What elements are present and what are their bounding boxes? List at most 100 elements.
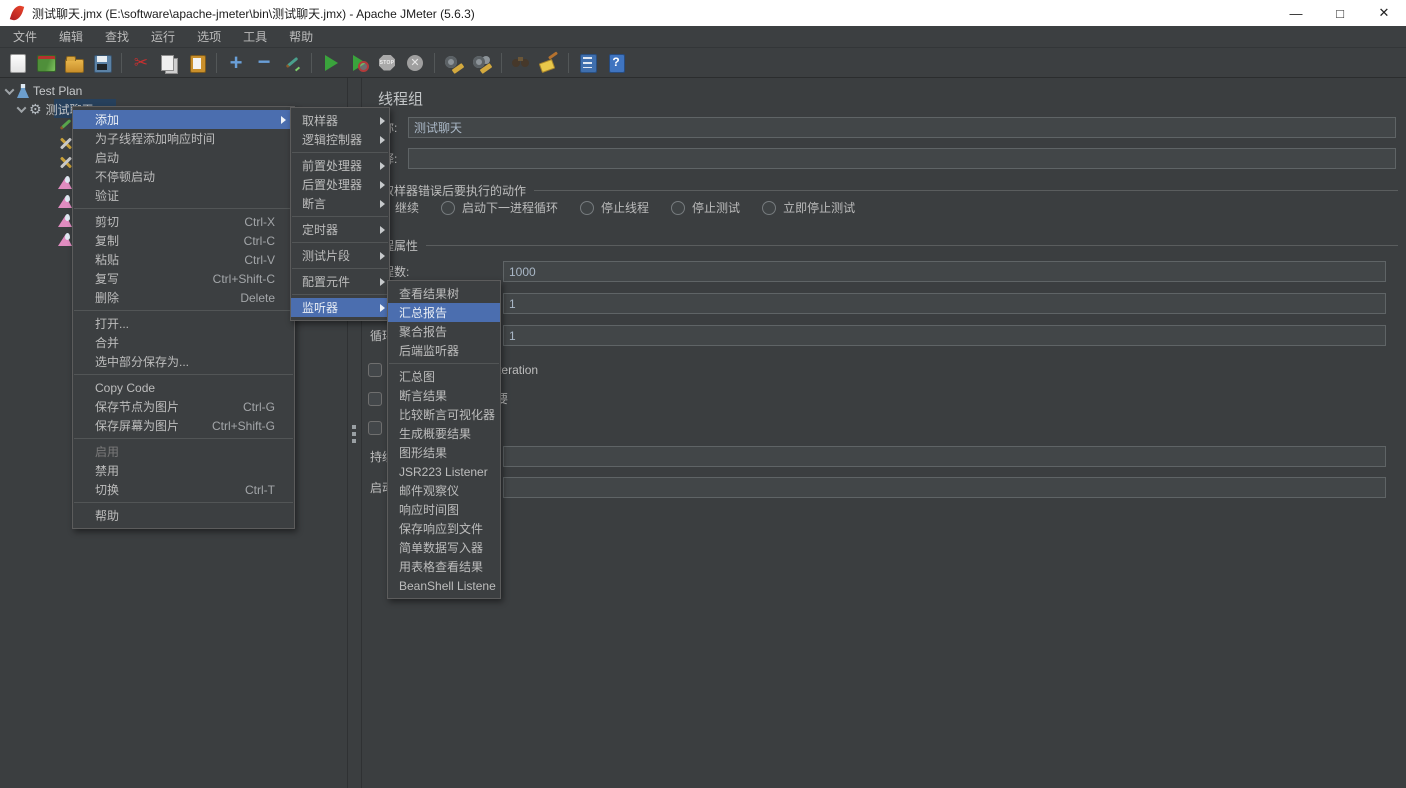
menu-item[interactable]: 图形结果 — [388, 443, 500, 462]
checkbox[interactable] — [368, 363, 382, 377]
start-icon[interactable] — [318, 50, 344, 76]
menu-item[interactable]: 简单数据写入器 — [388, 538, 500, 557]
submenu-arrow-icon — [380, 252, 385, 260]
startup-delay-input[interactable] — [503, 477, 1386, 498]
threads-input[interactable] — [503, 261, 1386, 282]
radio-option[interactable]: 停止线程 — [580, 199, 649, 216]
submenu-arrow-icon — [380, 304, 385, 312]
menu-item[interactable]: 邮件观察仪 — [388, 481, 500, 500]
open-file-icon[interactable] — [61, 50, 87, 76]
menu-item[interactable]: 启用 — [73, 442, 294, 461]
collapse-remove-icon[interactable] — [251, 50, 277, 76]
menu-item[interactable]: 聚合报告 — [388, 322, 500, 341]
menu-item[interactable]: 剪切 Ctrl-X — [73, 212, 294, 231]
menu-item[interactable]: 帮助 — [73, 506, 294, 525]
clear-all-icon[interactable] — [469, 50, 495, 76]
radio-option[interactable]: 停止测试 — [671, 199, 740, 216]
menu-item[interactable]: 粘贴 Ctrl-V — [73, 250, 294, 269]
checkbox[interactable] — [368, 421, 382, 435]
minimize-button[interactable]: — — [1274, 0, 1318, 26]
duration-input[interactable] — [503, 446, 1386, 467]
menu-item[interactable]: 为子线程添加响应时间 — [73, 129, 294, 148]
menu-item[interactable]: 测试片段 — [291, 246, 389, 265]
menu-item[interactable]: 保存屏幕为图片 Ctrl+Shift-G — [73, 416, 294, 435]
expand-add-icon[interactable] — [223, 50, 249, 76]
help-icon[interactable] — [603, 50, 629, 76]
copy-icon[interactable] — [156, 50, 182, 76]
menu-item[interactable]: 断言结果 — [388, 386, 500, 405]
templates-icon[interactable] — [33, 50, 59, 76]
checkbox[interactable] — [368, 392, 382, 406]
menubar-item[interactable]: 编辑 — [48, 26, 94, 48]
menubar-item[interactable]: 选项 — [186, 26, 232, 48]
submenu-arrow-icon — [380, 200, 385, 208]
menu-item[interactable]: 添加 — [73, 110, 294, 129]
menubar-item[interactable]: 帮助 — [278, 26, 324, 48]
menu-item[interactable]: 不停顿启动 — [73, 167, 294, 186]
splitter-grip-icon[interactable] — [351, 425, 357, 443]
menu-item[interactable]: 定时器 — [291, 220, 389, 239]
toggle-edit-icon[interactable] — [279, 50, 305, 76]
menu-item[interactable]: 复写 Ctrl+Shift-C — [73, 269, 294, 288]
menu-item[interactable]: 取样器 — [291, 111, 389, 130]
menu-item[interactable]: 生成概要结果 — [388, 424, 500, 443]
new-file-icon[interactable] — [5, 50, 31, 76]
clear-icon[interactable] — [441, 50, 467, 76]
separator — [292, 294, 388, 295]
menu-item[interactable]: 后置处理器 — [291, 175, 389, 194]
submenu-arrow-icon — [380, 162, 385, 170]
menu-item[interactable]: 查看结果树 — [388, 284, 500, 303]
paste-icon[interactable] — [184, 50, 210, 76]
menu-item[interactable]: JSR223 Listener — [388, 462, 500, 481]
name-input[interactable] — [408, 117, 1396, 138]
comments-input[interactable] — [408, 148, 1396, 169]
menubar-item[interactable]: 查找 — [94, 26, 140, 48]
menu-item[interactable]: 禁用 — [73, 461, 294, 480]
tree-node-test-plan[interactable]: Test Plan — [6, 82, 82, 100]
menu-item[interactable]: Copy Code — [73, 378, 294, 397]
reset-search-icon[interactable] — [536, 50, 562, 76]
radio-option[interactable]: 启动下一进程循环 — [441, 199, 558, 216]
window-title: 测试聊天.jmx (E:\software\apache-jmeter\bin\… — [32, 5, 475, 22]
menu-item[interactable]: 配置元件 — [291, 272, 389, 291]
save-icon[interactable] — [89, 50, 115, 76]
menu-item[interactable]: 汇总报告 — [388, 303, 500, 322]
search-icon[interactable] — [508, 50, 534, 76]
rampup-input[interactable] — [503, 293, 1386, 314]
menu-item[interactable]: 验证 — [73, 186, 294, 205]
menu-item[interactable]: 切换 Ctrl-T — [73, 480, 294, 499]
menu-item[interactable]: 后端监听器 — [388, 341, 500, 360]
menubar-item[interactable]: 运行 — [140, 26, 186, 48]
maximize-button[interactable]: □ — [1318, 0, 1362, 26]
chevron-down-icon[interactable] — [5, 85, 15, 95]
menu-item[interactable]: BeanShell Listener — [388, 576, 500, 595]
radio-option[interactable]: 立即停止测试 — [762, 199, 855, 216]
cut-icon[interactable] — [128, 50, 154, 76]
menubar-item[interactable]: 文件 — [2, 26, 48, 48]
loops-input[interactable] — [503, 325, 1386, 346]
menu-item[interactable]: 汇总图 — [388, 367, 500, 386]
menu-item[interactable]: 响应时间图 — [388, 500, 500, 519]
separator — [568, 53, 569, 73]
menu-item[interactable]: 监听器 — [291, 298, 389, 317]
menu-item[interactable]: 前置处理器 — [291, 156, 389, 175]
menu-item[interactable]: 断言 — [291, 194, 389, 213]
shutdown-icon[interactable] — [402, 50, 428, 76]
menu-item[interactable]: 启动 — [73, 148, 294, 167]
menu-item[interactable]: 选中部分保存为... — [73, 352, 294, 371]
menu-item[interactable]: 合并 — [73, 333, 294, 352]
stop-icon[interactable] — [374, 50, 400, 76]
menu-item[interactable]: 打开... — [73, 314, 294, 333]
menu-item[interactable]: 逻辑控制器 — [291, 130, 389, 149]
menu-item[interactable]: 保存节点为图片 Ctrl-G — [73, 397, 294, 416]
menu-item[interactable]: 比较断言可视化器 — [388, 405, 500, 424]
menu-item[interactable]: 用表格查看结果 — [388, 557, 500, 576]
menu-item[interactable]: 复制 Ctrl-C — [73, 231, 294, 250]
close-button[interactable]: ✕ — [1362, 0, 1406, 26]
menu-item[interactable]: 保存响应到文件 — [388, 519, 500, 538]
menubar-item[interactable]: 工具 — [232, 26, 278, 48]
start-no-pauses-icon[interactable] — [346, 50, 372, 76]
menu-item[interactable]: 删除 Delete — [73, 288, 294, 307]
chevron-down-icon[interactable] — [17, 103, 27, 113]
function-helper-icon[interactable] — [575, 50, 601, 76]
